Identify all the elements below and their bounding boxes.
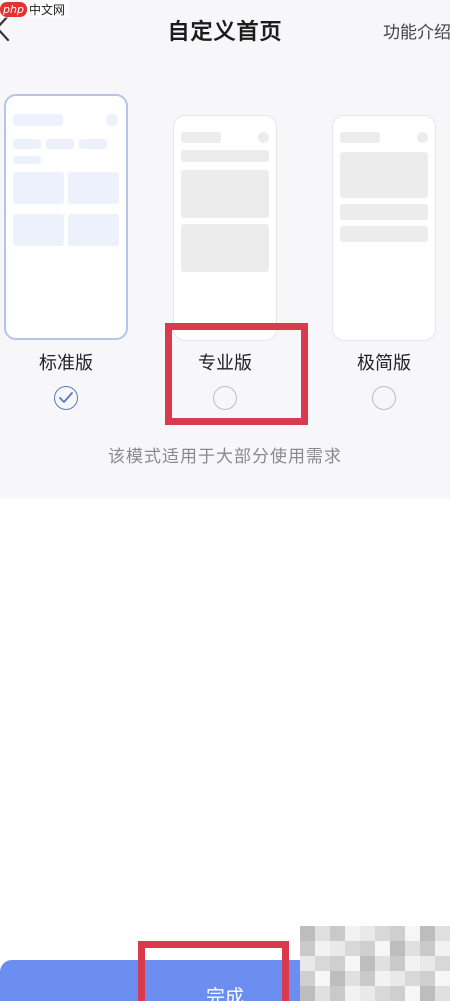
mosaic-cell — [345, 956, 360, 971]
mosaic-cell — [435, 986, 450, 1001]
preview-block — [340, 204, 428, 220]
mosaic-cell — [315, 971, 330, 986]
preview-block — [13, 156, 41, 164]
mosaic-cell — [375, 941, 390, 956]
mosaic-cell — [435, 971, 450, 986]
mosaic-cell — [315, 956, 330, 971]
mosaic-cell — [420, 926, 435, 941]
mosaic-cell — [375, 971, 390, 986]
mosaic-cell — [360, 971, 375, 986]
preview-block — [13, 172, 64, 204]
mosaic-cell — [330, 986, 345, 1001]
mosaic-cell — [360, 956, 375, 971]
mosaic-cell — [300, 986, 315, 1001]
minimal-layout-card[interactable] — [332, 115, 436, 341]
preview-block — [46, 139, 74, 149]
mosaic-cell — [405, 986, 420, 1001]
features-link[interactable]: 功能介绍 — [383, 18, 450, 43]
mosaic-cell — [330, 941, 345, 956]
mosaic-cell — [405, 941, 420, 956]
preview-block — [340, 152, 428, 198]
preview-block — [181, 224, 269, 272]
mosaic-cell — [375, 926, 390, 941]
preview-block — [417, 132, 428, 143]
mosaic-cell — [420, 986, 435, 1001]
preview-block — [79, 139, 107, 149]
mosaic-cell — [420, 941, 435, 956]
mosaic-cell — [375, 956, 390, 971]
preview-block — [68, 172, 119, 204]
mosaic-cell — [390, 941, 405, 956]
mosaic-cell — [345, 986, 360, 1001]
preview-block — [68, 214, 119, 246]
watermark-text: 中文网 — [28, 2, 65, 17]
site-watermark: php 中文网 — [0, 0, 69, 18]
mosaic-cell — [420, 956, 435, 971]
mosaic-cell — [420, 971, 435, 986]
mosaic-cell — [405, 971, 420, 986]
mosaic-cell — [300, 971, 315, 986]
mosaic-cell — [345, 926, 360, 941]
mosaic-cell — [360, 941, 375, 956]
preview-block — [340, 226, 428, 242]
mosaic-watermark — [300, 926, 450, 1001]
mosaic-cell — [390, 956, 405, 971]
preview-block — [13, 114, 63, 126]
mosaic-cell — [390, 971, 405, 986]
preview-block — [340, 132, 380, 143]
mosaic-cell — [330, 956, 345, 971]
minimal-option-label[interactable]: 极简版 — [324, 349, 444, 375]
mosaic-cell — [300, 941, 315, 956]
check-icon — [59, 392, 73, 403]
mosaic-cell — [360, 926, 375, 941]
mosaic-cell — [375, 986, 390, 1001]
mosaic-cell — [330, 926, 345, 941]
mosaic-cell — [405, 956, 420, 971]
standard-option-radio[interactable] — [54, 386, 78, 410]
mosaic-cell — [315, 926, 330, 941]
mosaic-cell — [390, 926, 405, 941]
mosaic-cell — [360, 986, 375, 1001]
standard-layout-card[interactable] — [4, 94, 128, 340]
preview-block — [258, 132, 269, 143]
preview-block — [106, 114, 118, 126]
mosaic-cell — [435, 956, 450, 971]
minimal-option-radio[interactable] — [372, 386, 396, 410]
mosaic-cell — [435, 926, 450, 941]
preview-block — [181, 170, 269, 218]
mosaic-cell — [315, 986, 330, 1001]
mosaic-cell — [300, 926, 315, 941]
preview-block — [13, 214, 64, 246]
mosaic-cell — [390, 986, 405, 1001]
mosaic-cell — [405, 926, 420, 941]
mosaic-cell — [435, 941, 450, 956]
mosaic-cell — [345, 971, 360, 986]
mosaic-cell — [330, 971, 345, 986]
watermark-badge: php — [0, 1, 27, 17]
mode-description: 该模式适用于大部分使用需求 — [108, 447, 342, 467]
mosaic-cell — [315, 941, 330, 956]
mosaic-cell — [300, 956, 315, 971]
standard-option-label[interactable]: 标准版 — [6, 349, 126, 375]
preview-block — [13, 139, 41, 149]
mosaic-cell — [345, 941, 360, 956]
preview-block — [181, 150, 269, 162]
professional-layout-card[interactable] — [173, 115, 277, 341]
professional-option-highlight — [165, 323, 308, 425]
preview-block — [181, 132, 221, 143]
